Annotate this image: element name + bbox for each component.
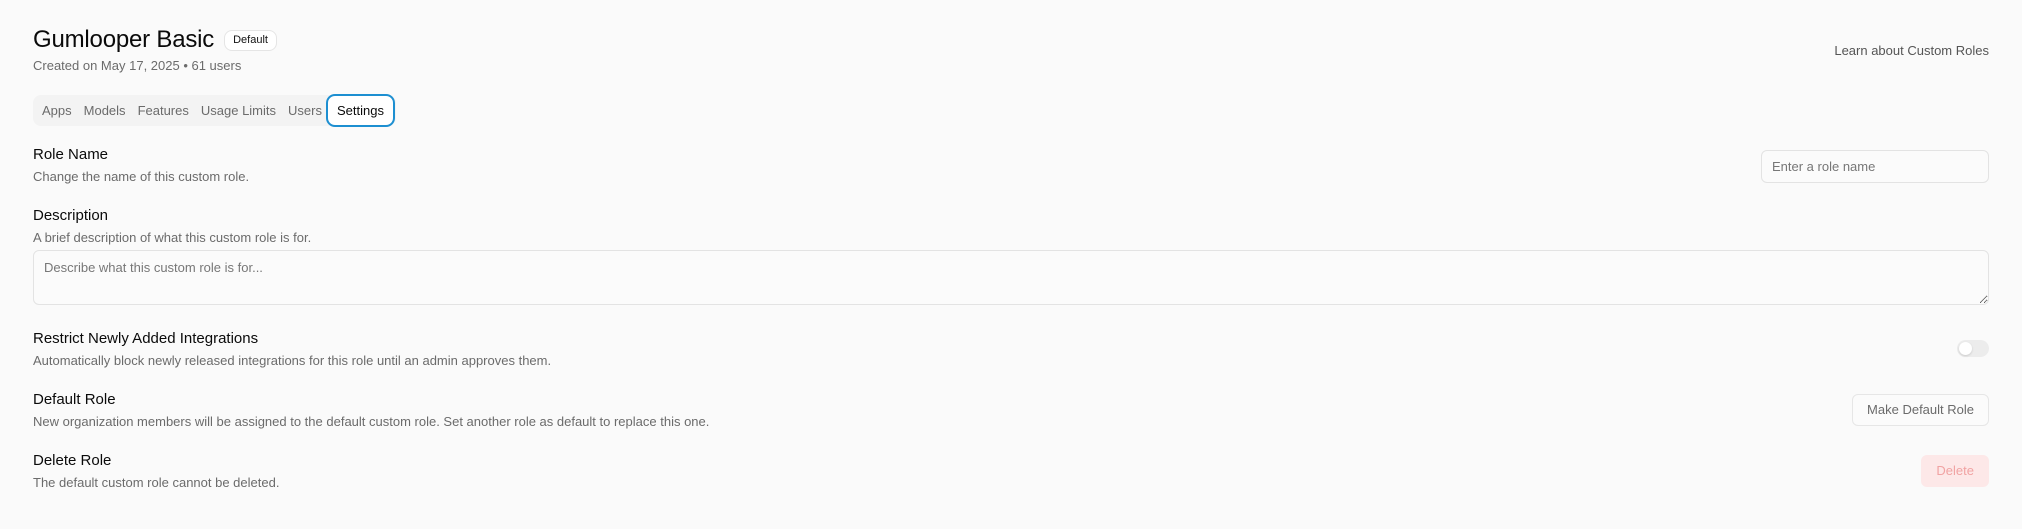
tab-apps[interactable]: Apps bbox=[36, 97, 78, 124]
page-title: Gumlooper Basic bbox=[33, 26, 215, 53]
delete-role-section: Delete Role The default custom role cann… bbox=[33, 452, 1989, 490]
restrict-integrations-title: Restrict Newly Added Integrations bbox=[33, 330, 259, 347]
default-role-description: New organization members will be assigne… bbox=[33, 414, 710, 429]
delete-role-title: Delete Role bbox=[33, 452, 112, 469]
tab-usage-limits[interactable]: Usage Limits bbox=[195, 97, 282, 124]
delete-button[interactable]: Delete bbox=[1921, 455, 1989, 487]
role-settings-page: Gumlooper Basic Default Created on May 1… bbox=[33, 0, 1989, 529]
delete-role-description: The default custom role cannot be delete… bbox=[33, 475, 280, 490]
description-title: Description bbox=[33, 207, 109, 224]
description-section: Description A brief description of what … bbox=[33, 207, 1989, 245]
description-textarea[interactable] bbox=[33, 250, 1989, 305]
learn-about-custom-roles-link[interactable]: Learn about Custom Roles bbox=[1834, 43, 1989, 58]
make-default-role-button[interactable]: Make Default Role bbox=[1852, 394, 1989, 426]
default-role-section: Default Role New organization members wi… bbox=[33, 391, 1989, 429]
restrict-integrations-toggle[interactable] bbox=[1957, 340, 1989, 357]
page-subtitle: Created on May 17, 2025 • 61 users bbox=[33, 58, 242, 73]
role-name-section: Role Name Change the name of this custom… bbox=[33, 146, 1989, 184]
tab-bar: Apps Models Features Usage Limits Users … bbox=[33, 95, 396, 126]
role-name-input[interactable] bbox=[1761, 150, 1989, 183]
description-description: A brief description of what this custom … bbox=[33, 230, 312, 245]
page-header: Gumlooper Basic Default bbox=[33, 26, 277, 54]
default-role-title: Default Role bbox=[33, 391, 116, 408]
restrict-integrations-description: Automatically block newly released integ… bbox=[33, 353, 552, 368]
role-name-title: Role Name bbox=[33, 146, 109, 163]
role-name-description: Change the name of this custom role. bbox=[33, 169, 250, 184]
tab-models[interactable]: Models bbox=[78, 97, 132, 124]
tab-users[interactable]: Users bbox=[282, 97, 328, 124]
toggle-knob bbox=[1959, 342, 1972, 355]
tab-features[interactable]: Features bbox=[132, 97, 195, 124]
tab-settings[interactable]: Settings bbox=[327, 96, 393, 125]
restrict-integrations-section: Restrict Newly Added Integrations Automa… bbox=[33, 330, 1989, 368]
default-badge: Default bbox=[224, 29, 277, 51]
